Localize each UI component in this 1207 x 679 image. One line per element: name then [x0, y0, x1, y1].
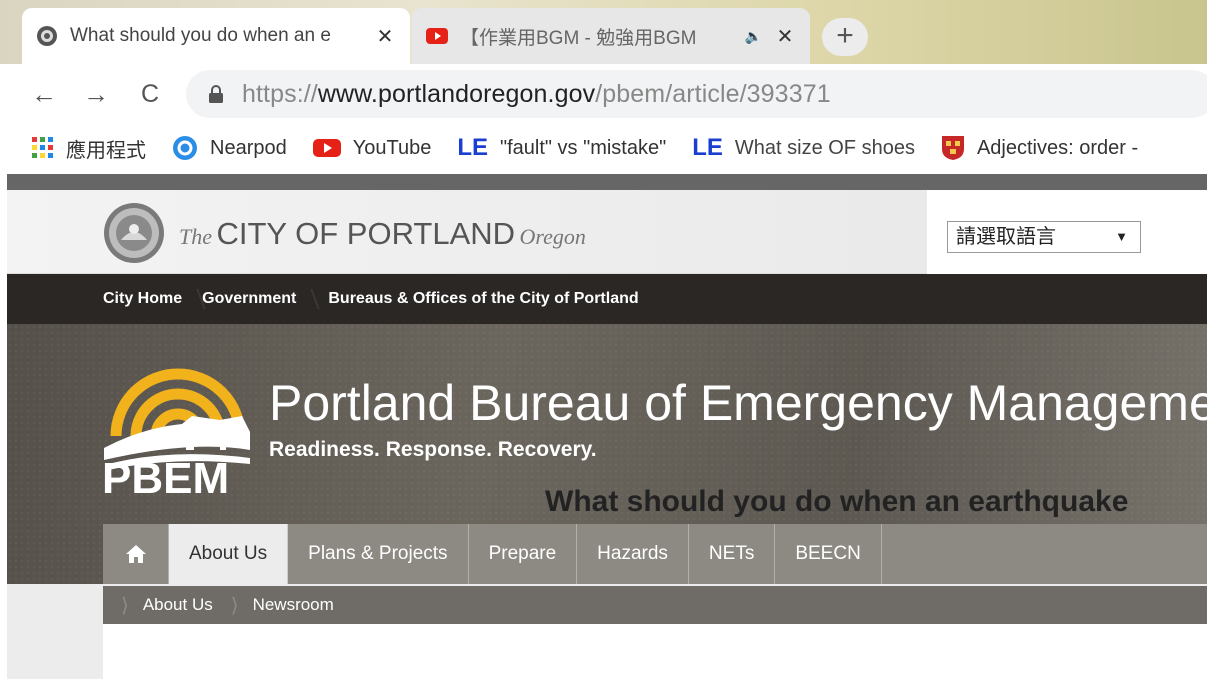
nav-nets[interactable]: NETs — [689, 524, 776, 584]
breadcrumb-city-home[interactable]: City Home — [103, 290, 182, 308]
language-box: 請選取語言 ▼ — [927, 190, 1207, 274]
pbem-logo[interactable]: PBEM — [102, 350, 254, 496]
city-main: CITY OF PORTLAND — [216, 216, 516, 251]
web-page: The CITY OF PORTLAND Oregon 請選取語言 ▼ City… — [0, 174, 1207, 679]
subnav-about-us[interactable]: About Us — [143, 595, 213, 615]
nav-beecn[interactable]: BEECN — [775, 524, 882, 584]
language-select[interactable]: 請選取語言 ▼ — [947, 221, 1141, 253]
address-bar[interactable]: https://www.portlandoregon.gov/pbem/arti… — [186, 70, 1207, 118]
bookmark-label: Adjectives: order - — [976, 136, 1139, 159]
breadcrumb-government[interactable]: Government — [202, 290, 296, 308]
bookmark-nearpod[interactable]: Nearpod — [172, 135, 287, 161]
city-seal-icon[interactable] — [103, 202, 165, 264]
nav-about-us[interactable]: About Us — [169, 524, 289, 584]
url-scheme: https:// — [242, 79, 318, 108]
left-gutter — [7, 624, 103, 679]
breadcrumb: City Home Government Bureaus & Offices o… — [7, 274, 1207, 324]
breadcrumb-separator — [182, 274, 202, 324]
ue-icon: LE — [457, 134, 488, 161]
agency-tagline: Readiness. Response. Recovery. — [269, 438, 597, 461]
home-icon — [125, 545, 146, 563]
subnav-newsroom[interactable]: Newsroom — [253, 595, 334, 615]
bookmark-shoe-size[interactable]: LE What size OF shoes — [692, 134, 915, 162]
bookmark-youtube[interactable]: YouTube — [312, 136, 432, 160]
globe-icon — [37, 26, 57, 46]
tab-title: What should you do when an e — [70, 25, 331, 46]
city-name[interactable]: The CITY OF PORTLAND Oregon — [179, 216, 586, 252]
city-the: The — [179, 224, 212, 249]
page-top-strip — [7, 174, 1207, 190]
url-text[interactable]: https://www.portlandoregon.gov/pbem/arti… — [242, 80, 831, 109]
bookmark-label: Nearpod — [210, 136, 287, 159]
lock-icon[interactable] — [208, 85, 224, 103]
nav-hazards[interactable]: Hazards — [577, 524, 689, 584]
bookmark-apps[interactable]: 應用程式 — [32, 134, 146, 163]
subnav-separator: ⟩ — [230, 594, 239, 617]
content-area — [103, 624, 1207, 679]
apps-grid-icon — [32, 137, 53, 158]
main-nav: About Us Plans & Projects Prepare Hazard… — [103, 524, 1207, 584]
nav-prepare[interactable]: Prepare — [469, 524, 578, 584]
language-select-value: 請選取語言 — [956, 226, 1056, 248]
tab-inactive[interactable]: 【作業用BGM - 勉強用BGM 🔈 ✕ — [412, 8, 810, 64]
new-tab-button[interactable]: + — [822, 18, 868, 56]
pbem-logo-text: PBEM — [102, 454, 229, 496]
breadcrumb-bureaus[interactable]: Bureaus & Offices of the City of Portlan… — [328, 290, 638, 308]
city-header: The CITY OF PORTLAND Oregon 請選取語言 ▼ — [7, 190, 1207, 274]
back-button[interactable]: ← — [24, 74, 64, 114]
subnav-separator: ⟩ — [121, 594, 129, 617]
agency-title: Portland Bureau of Emergency Management — [269, 375, 1207, 431]
breadcrumb-separator — [296, 274, 328, 324]
reload-button[interactable]: C — [130, 74, 170, 114]
home-nav-button[interactable] — [103, 524, 169, 584]
nearpod-icon — [173, 136, 197, 160]
close-tab-icon[interactable]: ✕ — [770, 24, 800, 49]
youtube-icon — [426, 28, 448, 44]
city-state: Oregon — [519, 224, 586, 249]
sub-nav: ⟩ About Us ⟩ Newsroom — [103, 586, 1207, 624]
url-path: /pbem/article/393371 — [595, 79, 831, 108]
bookmark-label: 應用程式 — [66, 139, 146, 162]
window-edge — [0, 174, 7, 679]
browser-toolbar: ← → C https://www.portlandoregon.gov/pbe… — [0, 64, 1207, 124]
youtube-icon — [312, 139, 341, 157]
tab-strip: What should you do when an e ✕ 【作業用BGM -… — [0, 0, 1207, 64]
bookmark-label: What size OF shoes — [734, 136, 915, 159]
bookmark-adjectives[interactable]: Adjectives: order - — [941, 135, 1138, 161]
url-host: www.portlandoregon.gov — [317, 79, 596, 108]
ue-icon: LE — [692, 134, 723, 161]
bookmarks-bar: 應用程式 Nearpod YouTube LE "fault" vs "mist… — [0, 124, 1207, 172]
tab-active[interactable]: What should you do when an e ✕ — [22, 8, 410, 64]
close-tab-icon[interactable]: ✕ — [370, 24, 400, 49]
forward-button[interactable]: → — [76, 74, 116, 114]
bookmark-label: "fault" vs "mistake" — [499, 136, 667, 159]
article-title: What should you do when an earthquake — [545, 485, 1129, 518]
bookmark-fault-vs-mistake[interactable]: LE "fault" vs "mistake" — [457, 134, 666, 162]
dropdown-arrow-icon: ▼ — [1115, 229, 1128, 244]
nav-plans-projects[interactable]: Plans & Projects — [288, 524, 469, 584]
audio-playing-icon[interactable]: 🔈 — [745, 28, 762, 45]
cambridge-icon — [941, 136, 964, 160]
tab-title: 【作業用BGM - 勉強用BGM — [460, 27, 697, 49]
bookmark-label: YouTube — [352, 136, 432, 159]
